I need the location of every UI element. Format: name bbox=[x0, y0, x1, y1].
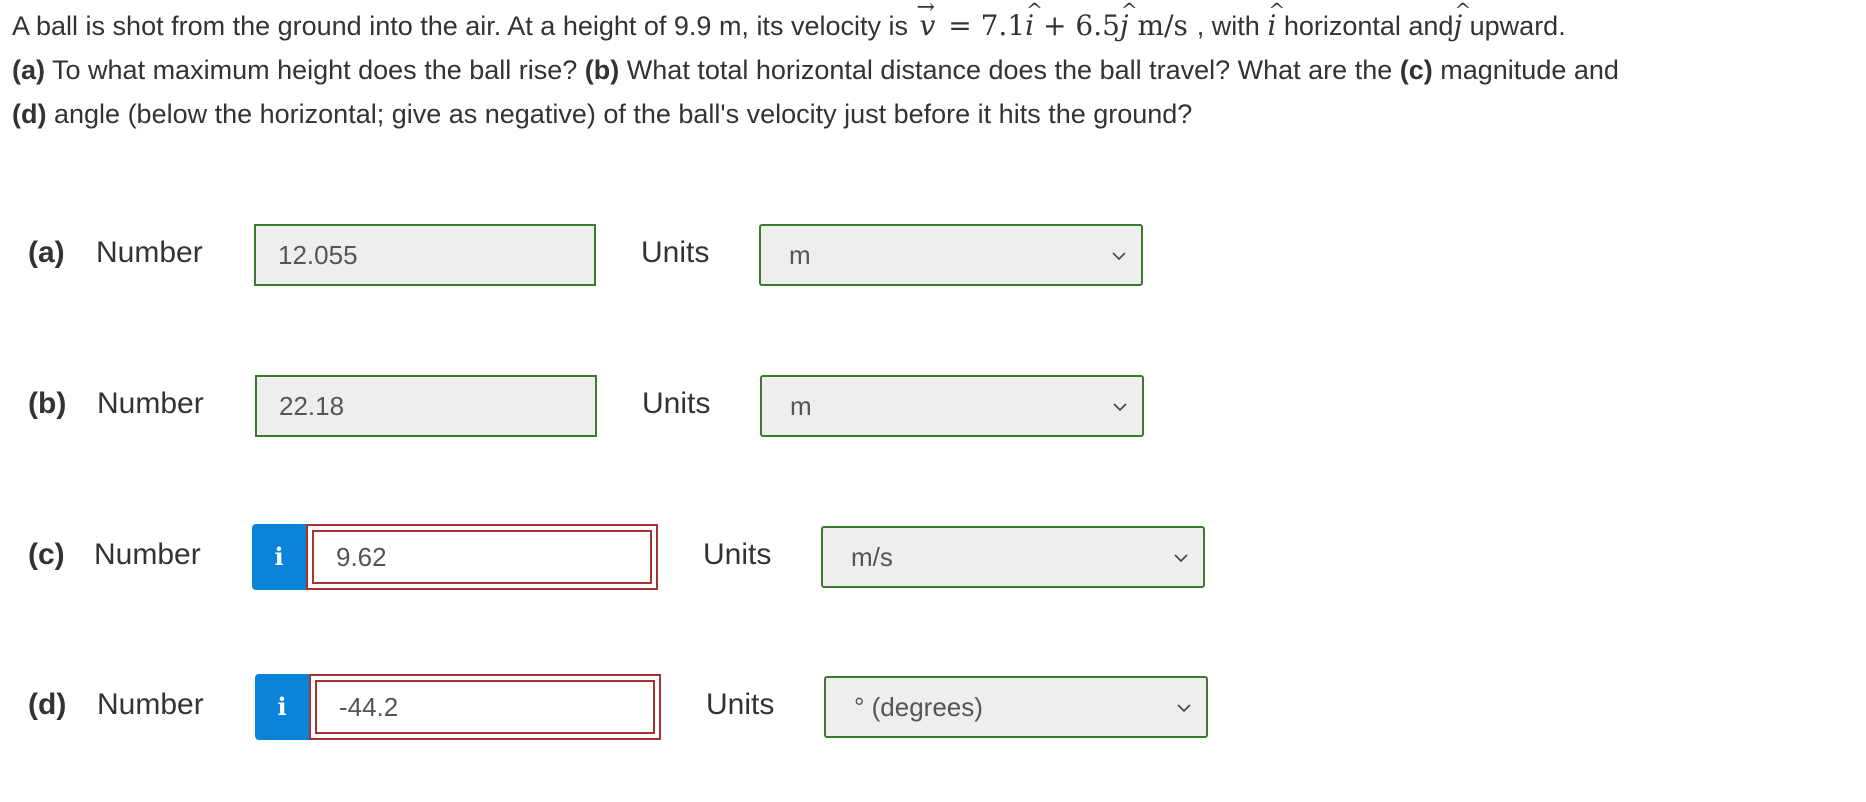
units-select-c[interactable]: m/s bbox=[821, 526, 1205, 588]
units-label: Units bbox=[703, 538, 772, 571]
units-label: Units bbox=[642, 387, 711, 420]
hat-mark: ^ bbox=[1454, 0, 1472, 22]
number-input-b[interactable]: 22.18 bbox=[255, 375, 597, 437]
vector-arrow: → bbox=[916, 0, 935, 20]
equals-sign: = bbox=[948, 9, 972, 42]
part-d-text: angle (below the horizontal; give as neg… bbox=[54, 99, 1193, 129]
velocity-unit: m/s bbox=[1137, 9, 1188, 42]
units-select-value: m bbox=[789, 240, 811, 270]
units-label: Units bbox=[641, 236, 710, 269]
part-a-text: To what maximum height does the ball ris… bbox=[52, 55, 578, 85]
units-select-value: m bbox=[790, 391, 812, 421]
answer-row-a: (a) Number 12.055 Units m bbox=[0, 224, 1866, 290]
j-hat: ^ j bbox=[1120, 0, 1138, 48]
answer-row-d: (d) Number i -44.2 Units ° (degrees) bbox=[0, 674, 1866, 740]
hat-mark: ^ bbox=[1026, 0, 1043, 22]
question-lead: A ball is shot from the ground into the … bbox=[12, 11, 908, 41]
question-with: , with bbox=[1196, 11, 1260, 41]
chevron-down-icon bbox=[1177, 704, 1191, 713]
info-icon[interactable]: i bbox=[252, 524, 306, 590]
info-icon[interactable]: i bbox=[255, 674, 309, 740]
answer-row-b: (b) Number 22.18 Units m bbox=[0, 375, 1866, 441]
coef-j: 6.5 bbox=[1075, 9, 1120, 42]
number-input-value: -44.2 bbox=[315, 680, 655, 734]
part-d-label: (d) bbox=[12, 99, 47, 129]
row-part-label: (d) bbox=[28, 688, 67, 721]
units-select-value: m/s bbox=[851, 542, 893, 572]
part-c-label: (c) bbox=[1399, 55, 1433, 85]
row-part-label: (b) bbox=[28, 387, 67, 420]
coef-i: 7.1 bbox=[980, 9, 1026, 42]
units-select-value: ° (degrees) bbox=[854, 692, 983, 722]
number-label: Number bbox=[96, 236, 203, 269]
question-horizontal: horizontal and bbox=[1283, 11, 1454, 41]
question-text: A ball is shot from the ground into the … bbox=[12, 0, 1862, 136]
row-part-label: (a) bbox=[28, 236, 65, 269]
part-c-text: magnitude and bbox=[1440, 55, 1619, 85]
part-a-label: (a) bbox=[12, 55, 45, 85]
answer-row-c: (c) Number i 9.62 Units m/s bbox=[0, 524, 1866, 590]
number-label: Number bbox=[97, 688, 204, 721]
hat-mark: ^ bbox=[1120, 0, 1138, 22]
i-hat-inline: ^ i bbox=[1267, 0, 1285, 48]
units-label: Units bbox=[706, 688, 775, 721]
units-select-d[interactable]: ° (degrees) bbox=[824, 676, 1208, 738]
i-hat: ^ i bbox=[1025, 0, 1043, 48]
plus-sign: + bbox=[1043, 9, 1067, 42]
number-label: Number bbox=[94, 538, 201, 571]
number-input-c[interactable]: 9.62 bbox=[306, 524, 658, 590]
number-input-a[interactable]: 12.055 bbox=[254, 224, 596, 286]
hat-mark: ^ bbox=[1268, 0, 1286, 22]
number-label: Number bbox=[97, 387, 204, 420]
chevron-down-icon bbox=[1174, 554, 1188, 563]
chevron-down-icon bbox=[1113, 403, 1127, 412]
units-select-a[interactable]: m bbox=[759, 224, 1143, 286]
j-hat-inline: ^ j bbox=[1453, 0, 1471, 48]
velocity-expression: → v = 7.1 ^ i + 6.5 ^ j m/s bbox=[916, 0, 1197, 42]
question-upward: upward. bbox=[1469, 11, 1566, 41]
part-b-label: (b) bbox=[584, 55, 620, 85]
velocity-vector-symbol: → v bbox=[916, 0, 940, 48]
part-b-text: What total horizontal distance does the … bbox=[626, 55, 1393, 85]
chevron-down-icon bbox=[1112, 252, 1126, 261]
number-input-d[interactable]: -44.2 bbox=[309, 674, 661, 740]
units-select-b[interactable]: m bbox=[760, 375, 1144, 437]
number-input-value: 9.62 bbox=[312, 530, 652, 584]
row-part-label: (c) bbox=[28, 538, 65, 571]
